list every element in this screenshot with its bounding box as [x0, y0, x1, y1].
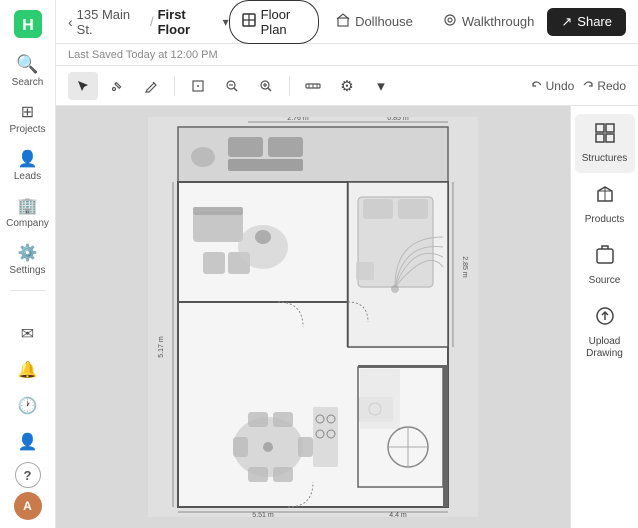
structures-icon	[594, 122, 616, 150]
sidebar-nav-search[interactable]: 🔍 Search	[4, 48, 52, 94]
sidebar-company-label: Company	[6, 218, 49, 229]
floor-plan-icon	[242, 13, 256, 30]
floor-plan-canvas[interactable]: 2.76 m 0.85 m 5.17 m 2.85 m 5.51 m 4.4 m	[56, 106, 570, 528]
person-icon-btn[interactable]: 👤	[12, 426, 44, 458]
floor-plan-tab-label: Floor Plan	[261, 7, 306, 37]
canvas-area: 2.76 m 0.85 m 5.17 m 2.85 m 5.51 m 4.4 m	[56, 106, 638, 528]
tab-walkthrough[interactable]: Walkthrough	[430, 6, 548, 37]
zoom-out-tool[interactable]	[217, 72, 247, 100]
floor-plan-inner: 2.76 m 0.85 m 5.17 m 2.85 m 5.51 m 4.4 m	[148, 117, 478, 517]
gear-tool[interactable]: ⚙	[332, 72, 362, 100]
sidebar-search-label: Search	[12, 77, 44, 88]
app-logo[interactable]: H	[12, 8, 44, 40]
svg-text:4.4 m: 4.4 m	[389, 512, 407, 517]
products-label: Products	[585, 214, 624, 226]
sidebar-leads-label: Leads	[14, 171, 41, 182]
share-icon: ↗	[561, 14, 572, 30]
back-arrow-icon[interactable]: ‹	[68, 14, 73, 30]
source-label: Source	[589, 275, 621, 287]
more-tool[interactable]: ▾	[366, 72, 396, 100]
bell-icon-btn[interactable]: 🔔	[12, 354, 44, 386]
svg-text:5.17 m: 5.17 m	[158, 336, 165, 358]
sidebar: H 🔍 Search ⊞ Projects 👤 Leads 🏢 Company …	[0, 0, 56, 528]
sidebar-divider	[10, 290, 46, 291]
redo-label: Redo	[597, 79, 626, 93]
toolbar-separator-1	[174, 76, 175, 96]
panel-item-structures[interactable]: Structures	[575, 114, 635, 173]
structures-label: Structures	[582, 153, 628, 165]
mail-icon-btn[interactable]: ✉	[12, 318, 44, 350]
source-icon	[594, 244, 616, 272]
sidebar-settings-label: Settings	[9, 265, 45, 276]
nav-tabs: Floor Plan Dollhouse Walkthrough	[229, 0, 548, 44]
help-icon-btn[interactable]: ?	[15, 462, 41, 488]
svg-text:2.76 m: 2.76 m	[287, 117, 309, 122]
address-text: 135 Main St.	[77, 7, 146, 37]
toolbar-separator-2	[289, 76, 290, 96]
svg-text:2.85 m: 2.85 m	[461, 256, 468, 278]
sidebar-projects-label: Projects	[9, 124, 45, 135]
breadcrumb: ‹ 135 Main St. / First Floor ▾	[68, 7, 229, 37]
right-panel: Structures Products Source Upload Drawin…	[570, 106, 638, 528]
upload-label: Upload Drawing	[579, 336, 631, 360]
svg-text:5.51 m: 5.51 m	[252, 512, 274, 517]
panel-item-products[interactable]: Products	[575, 175, 635, 234]
svg-text:0.85 m: 0.85 m	[387, 117, 409, 122]
walkthrough-icon	[443, 13, 457, 30]
breadcrumb-separator: /	[150, 14, 154, 29]
projects-icon: ⊞	[21, 102, 34, 122]
tab-floor-plan[interactable]: Floor Plan	[229, 0, 319, 44]
measure-tool[interactable]	[298, 72, 328, 100]
products-icon	[594, 183, 616, 211]
search-icon: 🔍	[16, 54, 38, 75]
undo-redo: Undo Redo	[531, 79, 626, 93]
sidebar-nav-settings[interactable]: ⚙️ Settings	[4, 237, 52, 282]
dollhouse-tab-label: Dollhouse	[355, 14, 413, 29]
dollhouse-icon	[336, 13, 350, 30]
undo-button[interactable]: Undo	[531, 79, 575, 93]
panel-item-source[interactable]: Source	[575, 236, 635, 295]
walkthrough-tab-label: Walkthrough	[462, 14, 535, 29]
svg-text:H: H	[22, 17, 34, 34]
sidebar-nav-leads[interactable]: 👤 Leads	[4, 143, 52, 188]
sidebar-nav-company[interactable]: 🏢 Company	[4, 190, 52, 235]
company-icon: 🏢	[18, 196, 38, 216]
draw-tool[interactable]	[136, 72, 166, 100]
floor-text: First Floor	[158, 7, 219, 37]
zoom-in-tool[interactable]	[251, 72, 281, 100]
settings-icon: ⚙️	[18, 243, 38, 263]
share-label: Share	[577, 14, 612, 29]
edit-tool[interactable]	[102, 72, 132, 100]
panel-item-upload[interactable]: Upload Drawing	[575, 297, 635, 368]
sidebar-nav-projects[interactable]: ⊞ Projects	[4, 96, 52, 141]
clock-icon-btn[interactable]: 🕐	[12, 390, 44, 422]
upload-icon	[594, 305, 616, 333]
undo-label: Undo	[546, 79, 575, 93]
room-tool[interactable]	[183, 72, 213, 100]
topbar: ‹ 135 Main St. / First Floor ▾ Floor Pla…	[56, 0, 638, 44]
toolbar: ⚙ ▾ Undo Redo	[56, 66, 638, 106]
share-button[interactable]: ↗ Share	[547, 8, 626, 36]
saved-text: Last Saved Today at 12:00 PM	[68, 49, 218, 61]
select-tool[interactable]	[68, 72, 98, 100]
leads-icon: 👤	[18, 149, 38, 169]
redo-button[interactable]: Redo	[582, 79, 626, 93]
main-content: ‹ 135 Main St. / First Floor ▾ Floor Pla…	[56, 0, 638, 528]
avatar[interactable]: A	[14, 492, 42, 520]
tab-dollhouse[interactable]: Dollhouse	[323, 6, 426, 37]
toolbar-right: Undo Redo	[531, 79, 626, 93]
saved-bar: Last Saved Today at 12:00 PM	[56, 44, 638, 66]
sidebar-bottom: ✉ 🔔 🕐 👤 ? A	[12, 318, 44, 520]
